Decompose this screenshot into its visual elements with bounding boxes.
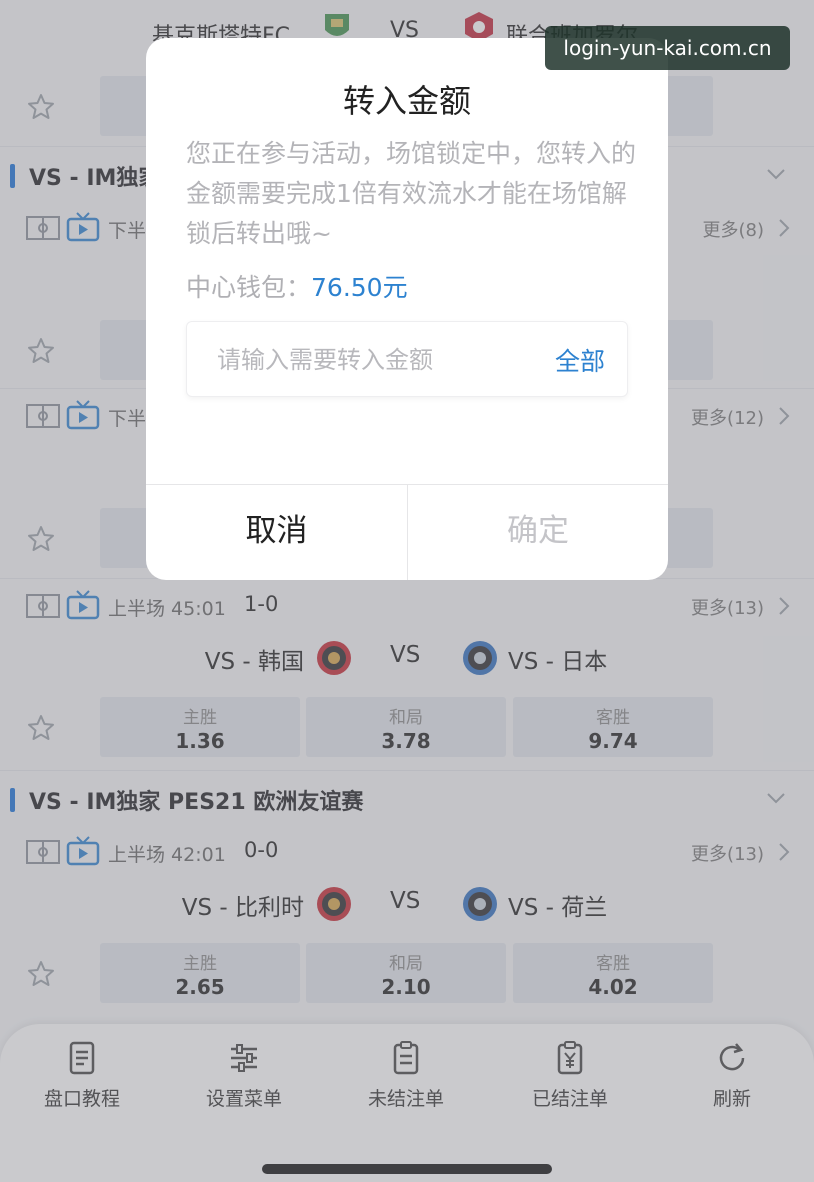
all-amount-button[interactable]: 全部 xyxy=(555,342,605,378)
watermark-label: login-yun-kai.com.cn xyxy=(545,26,790,70)
amount-input[interactable] xyxy=(217,338,537,382)
dialog-message: 您正在参与活动，场馆锁定中，您转入的金额需要完成1倍有效流水才能在场馆解锁后转出… xyxy=(186,139,637,248)
dialog-button-row: 取消 确定 xyxy=(146,484,668,580)
transfer-amount-dialog: 转入金额 您正在参与活动，场馆锁定中，您转入的金额需要完成1倍有效流水才能在场馆… xyxy=(146,38,668,580)
wallet-value: 76.50元 xyxy=(311,273,408,302)
confirm-button[interactable]: 确定 xyxy=(408,485,668,580)
cancel-button[interactable]: 取消 xyxy=(146,485,407,580)
dialog-title: 转入金额 xyxy=(342,82,471,120)
amount-field-box: 全部 xyxy=(186,321,628,397)
wallet-balance: 中心钱包：76.50元 xyxy=(186,268,408,304)
wallet-label: 中心钱包： xyxy=(186,273,312,302)
